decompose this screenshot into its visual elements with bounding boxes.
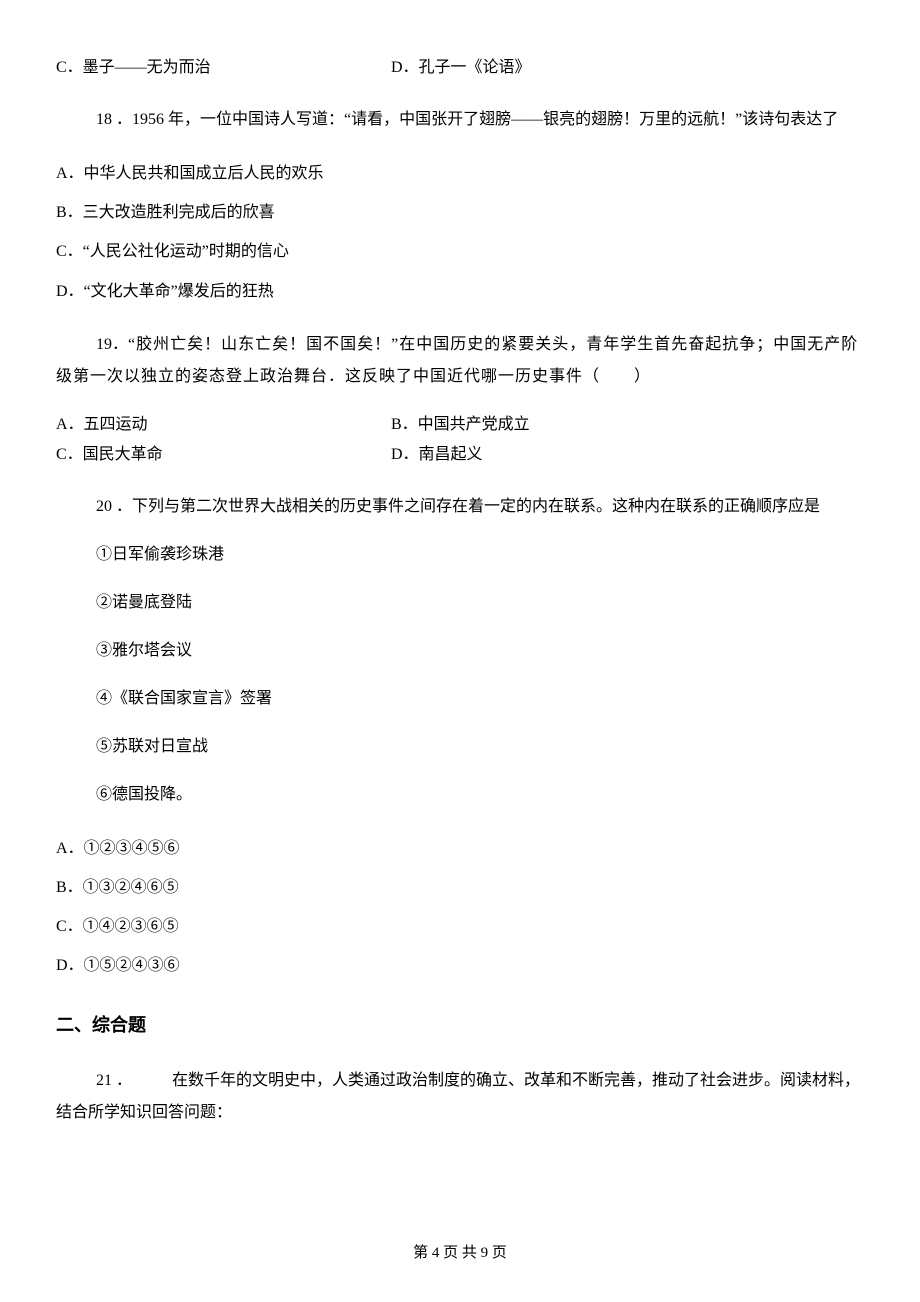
q18-text: 1956 年，一位中国诗人写道：“请看，中国张开了翅膀——银亮的翅膀！万里的远航… [132,111,838,128]
q17-option-c: C．墨子——无为而治 [56,56,391,80]
q18-option-a: A．中华人民共和国成立后人民的欢乐 [56,156,864,191]
q19-option-d: D．南昌起义 [391,443,483,467]
q20-item-2: ②诺曼底登陆 [56,591,864,615]
q20-item-3: ③雅尔塔会议 [56,639,864,663]
q20-options: A．①②③④⑤⑥ B．①③②④⑥⑤ C．①④②③⑥⑤ D．①⑤②④③⑥ [56,831,864,984]
q20-item-4: ④《联合国家宣言》签署 [56,687,864,711]
q19-option-b: B．中国共产党成立 [391,413,530,437]
q20-item-1: ①日军偷袭珍珠港 [56,543,864,567]
q18-number: 18 ． [96,111,132,128]
q18-stem: 18 ．1956 年，一位中国诗人写道：“请看，中国张开了翅膀——银亮的翅膀！万… [56,104,864,136]
q20-option-a: A．①②③④⑤⑥ [56,831,864,866]
q20-stem: 20 ．下列与第二次世界大战相关的历史事件之间存在着一定的内在联系。这种内在联系… [56,491,864,523]
q18-option-d: D．“文化大革命”爆发后的狂热 [56,274,864,309]
q18-option-c: C．“人民公社化运动”时期的信心 [56,234,864,269]
q19-options-row1: A．五四运动 B．中国共产党成立 [56,413,864,437]
q17-option-d: D．孔子一《论语》 [391,56,531,80]
q20-option-c: C．①④②③⑥⑤ [56,909,864,944]
section-2-heading: 二、综合题 [56,1012,864,1039]
q20-text: 下列与第二次世界大战相关的历史事件之间存在着一定的内在联系。这种内在联系的正确顺… [132,498,820,515]
q20-item-5: ⑤苏联对日宣战 [56,735,864,759]
q19-option-c: C．国民大革命 [56,443,391,467]
q21-text: 在数千年的文明史中，人类通过政治制度的确立、改革和不断完善，推动了社会进步。阅读… [56,1072,860,1121]
q17-options-row: C．墨子——无为而治 D．孔子一《论语》 [56,56,864,80]
q19-stem: 19．“胶州亡矣！山东亡矣！国不国矣！”在中国历史的紧要关头，青年学生首先奋起抗… [56,329,864,393]
page-footer: 第 4 页 共 9 页 [0,1242,920,1265]
q18-option-b: B．三大改造胜利完成后的欣喜 [56,195,864,230]
q20-number: 20 ． [96,498,132,515]
q20-option-b: B．①③②④⑥⑤ [56,870,864,905]
q19-number: 19． [96,336,128,353]
q18-options: A．中华人民共和国成立后人民的欢乐 B．三大改造胜利完成后的欣喜 C．“人民公社… [56,156,864,309]
q20-item-6: ⑥德国投降。 [56,783,864,807]
q21-stem: 21 ． 在数千年的文明史中，人类通过政治制度的确立、改革和不断完善，推动了社会… [56,1065,864,1129]
q19-option-a: A．五四运动 [56,413,391,437]
q20-option-d: D．①⑤②④③⑥ [56,948,864,983]
q21-number: 21 ． [96,1072,124,1089]
q19-options-row2: C．国民大革命 D．南昌起义 [56,443,864,467]
q19-text: “胶州亡矣！山东亡矣！国不国矣！”在中国历史的紧要关头，青年学生首先奋起抗争；中… [56,336,858,385]
